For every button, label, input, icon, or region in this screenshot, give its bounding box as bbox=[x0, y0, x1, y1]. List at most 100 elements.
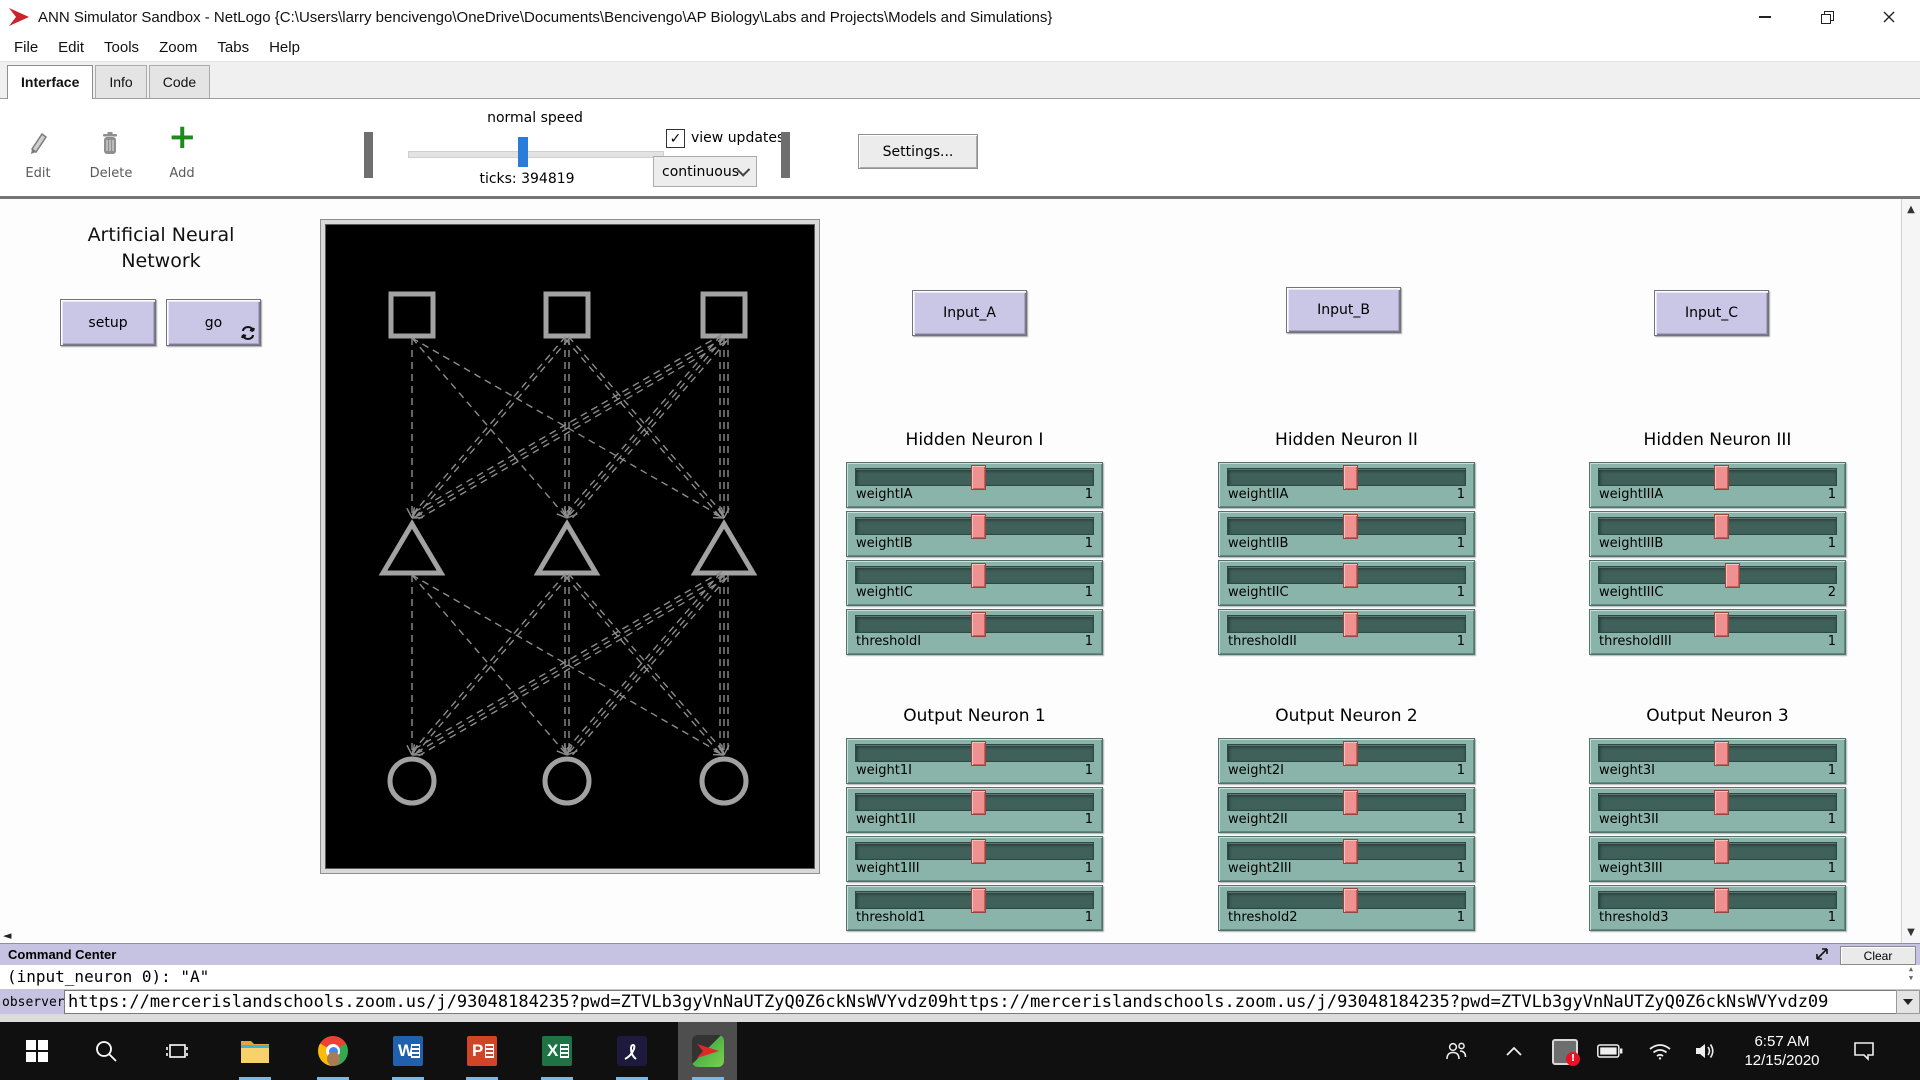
slider-label-row: weight3I1 bbox=[1599, 763, 1836, 778]
excel-icon[interactable]: X bbox=[533, 1022, 581, 1080]
menu-edit[interactable]: Edit bbox=[48, 39, 94, 56]
netlogo-taskbar-icon[interactable] bbox=[678, 1022, 737, 1080]
world-view[interactable] bbox=[321, 220, 819, 873]
powerpoint-icon[interactable]: P bbox=[458, 1022, 506, 1080]
slider-track[interactable] bbox=[1227, 615, 1466, 633]
menu-help[interactable]: Help bbox=[259, 39, 310, 56]
button-input_a[interactable]: Input_A bbox=[912, 290, 1027, 336]
setup-button[interactable]: setup bbox=[60, 299, 156, 346]
slider-name: thresholdI bbox=[856, 634, 921, 649]
command-center-resize-icon[interactable] bbox=[1814, 946, 1830, 962]
slider-track[interactable] bbox=[1598, 468, 1837, 486]
action-center-icon[interactable] bbox=[1842, 1022, 1886, 1080]
slider-threshold2: threshold21 bbox=[1218, 885, 1475, 931]
battery-icon[interactable] bbox=[1590, 1022, 1630, 1080]
slider-track[interactable] bbox=[855, 842, 1094, 860]
output-scrollbar[interactable]: ▲▼ bbox=[1903, 965, 1919, 989]
go-button[interactable]: go bbox=[166, 299, 261, 346]
start-button[interactable] bbox=[13, 1022, 61, 1080]
slider-track[interactable] bbox=[1227, 566, 1466, 584]
add-plus-icon[interactable]: + bbox=[168, 123, 196, 151]
speed-slider-track[interactable] bbox=[408, 151, 664, 158]
command-output-line: (input_neuron 0): "A" bbox=[7, 967, 209, 986]
slider-track[interactable] bbox=[1227, 891, 1466, 909]
slider-track[interactable] bbox=[855, 891, 1094, 909]
slider-track[interactable] bbox=[855, 517, 1094, 535]
scroll-down-icon[interactable]: ▼ bbox=[1902, 923, 1920, 941]
command-center-output[interactable]: (input_neuron 0): "A" ▲▼ bbox=[0, 965, 1920, 990]
netlogo-app-icon bbox=[8, 6, 30, 28]
input-node-square bbox=[703, 294, 745, 336]
taskbar-clock[interactable]: 6:57 AM 12/15/2020 bbox=[1724, 1032, 1840, 1070]
slider-label-row: weight1II1 bbox=[856, 812, 1093, 827]
task-view-icon[interactable] bbox=[154, 1022, 202, 1080]
slider-track[interactable] bbox=[1598, 517, 1837, 535]
command-history-dropdown[interactable] bbox=[1896, 990, 1920, 1014]
word-icon[interactable]: W bbox=[384, 1022, 432, 1080]
menu-file[interactable]: File bbox=[4, 39, 48, 56]
slider-track[interactable] bbox=[1598, 615, 1837, 633]
button-input_b[interactable]: Input_B bbox=[1286, 287, 1401, 333]
slider-track[interactable] bbox=[1227, 468, 1466, 486]
chrome-icon[interactable] bbox=[309, 1022, 357, 1080]
tab-code[interactable]: Code bbox=[149, 65, 210, 98]
settings-button[interactable]: Settings... bbox=[858, 134, 978, 169]
vertical-scrollbar[interactable]: ▲ ▼ bbox=[1901, 199, 1920, 943]
slider-track[interactable] bbox=[1227, 744, 1466, 762]
restore-button[interactable] bbox=[1796, 0, 1858, 34]
profile-photo bbox=[327, 1052, 340, 1066]
acrobat-icon[interactable] bbox=[608, 1022, 656, 1080]
slider-track[interactable] bbox=[855, 744, 1094, 762]
slider-track[interactable] bbox=[1598, 744, 1837, 762]
chevron-up-icon[interactable] bbox=[1496, 1022, 1532, 1080]
slider-track[interactable] bbox=[1598, 891, 1837, 909]
clear-label: Clear bbox=[1864, 949, 1893, 963]
menu-tools[interactable]: Tools bbox=[94, 39, 149, 56]
tab-info[interactable]: Info bbox=[95, 65, 146, 98]
clear-button[interactable]: Clear bbox=[1840, 946, 1916, 965]
slider-track[interactable] bbox=[1227, 517, 1466, 535]
speed-slider-handle[interactable] bbox=[518, 137, 528, 167]
edit-pencil-icon[interactable] bbox=[27, 129, 49, 157]
input-button-label: Input_A bbox=[943, 305, 996, 321]
slider-track[interactable] bbox=[1598, 566, 1837, 584]
delete-label[interactable]: Delete bbox=[88, 166, 134, 181]
slider-track[interactable] bbox=[855, 468, 1094, 486]
search-icon[interactable] bbox=[82, 1022, 130, 1080]
scroll-left-icon[interactable]: ◄ bbox=[3, 929, 11, 942]
slider-value: 1 bbox=[1828, 812, 1836, 827]
slider-track[interactable] bbox=[855, 615, 1094, 633]
notification-badge-app-icon[interactable]: ! bbox=[1543, 1022, 1585, 1080]
button-input_c[interactable]: Input_C bbox=[1654, 290, 1769, 336]
menu-tabs[interactable]: Tabs bbox=[207, 39, 259, 56]
view-updates-checkbox[interactable]: ✓ bbox=[666, 129, 685, 148]
file-explorer-icon[interactable] bbox=[231, 1022, 279, 1080]
update-mode-dropdown[interactable]: continuous bbox=[653, 156, 757, 187]
slider-name: weightIIB bbox=[1228, 536, 1288, 551]
tab-interface[interactable]: Interface bbox=[7, 65, 93, 99]
delete-trash-icon[interactable] bbox=[100, 129, 120, 157]
wifi-icon[interactable] bbox=[1640, 1022, 1680, 1080]
slider-label-row: weight3III1 bbox=[1599, 861, 1836, 876]
output-node-circle bbox=[390, 759, 434, 803]
people-icon[interactable] bbox=[1436, 1022, 1476, 1080]
slider-value: 1 bbox=[1457, 585, 1465, 600]
slider-value: 1 bbox=[1085, 763, 1093, 778]
close-button[interactable] bbox=[1858, 0, 1920, 34]
minimize-button[interactable] bbox=[1734, 0, 1796, 34]
slider-track[interactable] bbox=[1598, 842, 1837, 860]
settings-label: Settings... bbox=[883, 144, 954, 160]
scroll-up-icon[interactable]: ▲ bbox=[1902, 200, 1920, 218]
slider-track[interactable] bbox=[1227, 842, 1466, 860]
volume-icon[interactable] bbox=[1686, 1022, 1726, 1080]
menu-zoom[interactable]: Zoom bbox=[149, 39, 207, 56]
command-input-field[interactable]: https://mercerislandschools.zoom.us/j/93… bbox=[64, 990, 1896, 1014]
slider-value: 1 bbox=[1828, 487, 1836, 502]
slider-track[interactable] bbox=[1598, 793, 1837, 811]
slider-track[interactable] bbox=[1227, 793, 1466, 811]
window-title: ANN Simulator Sandbox - NetLogo {C:\User… bbox=[38, 9, 1052, 26]
slider-track[interactable] bbox=[855, 566, 1094, 584]
edit-label[interactable]: Edit bbox=[16, 166, 60, 181]
add-label[interactable]: Add bbox=[160, 166, 204, 181]
slider-track[interactable] bbox=[855, 793, 1094, 811]
